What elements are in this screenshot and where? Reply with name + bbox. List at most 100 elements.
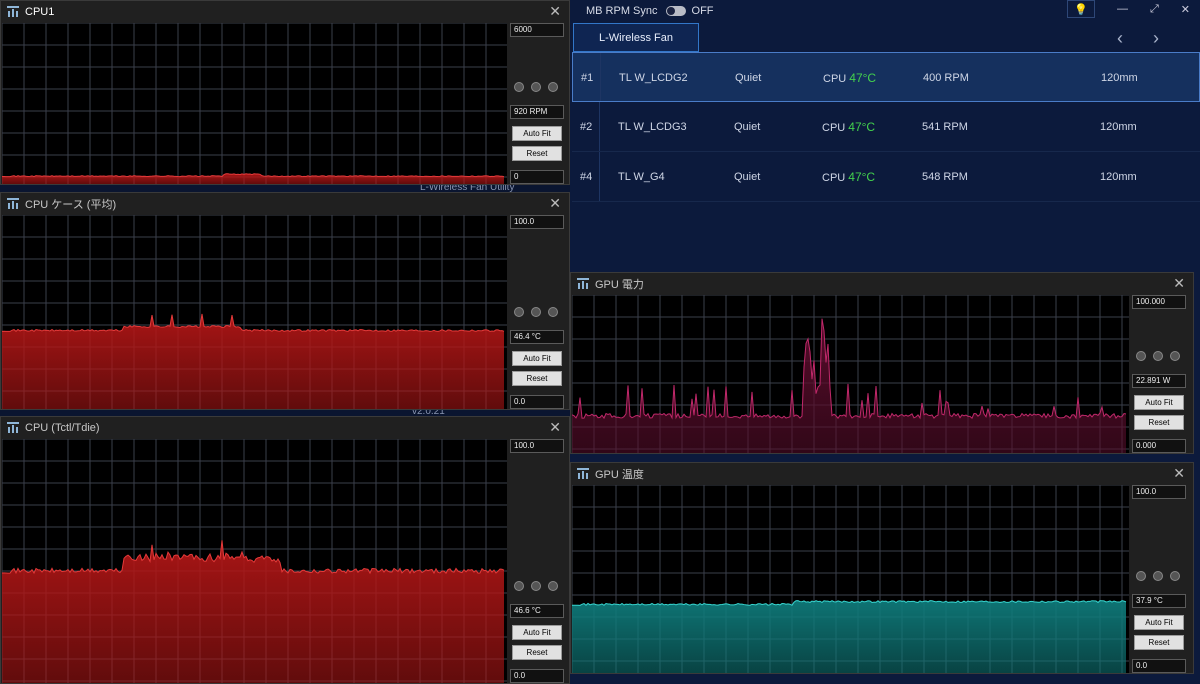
app-icon bbox=[7, 422, 19, 434]
mode-radio[interactable] bbox=[548, 82, 558, 92]
min-value[interactable]: 0.0 bbox=[1132, 659, 1186, 673]
current-value: 920 RPM bbox=[510, 105, 564, 119]
series-line bbox=[572, 318, 1127, 420]
monitor-graph bbox=[572, 485, 1129, 673]
mode-radio[interactable] bbox=[531, 307, 541, 317]
min-value[interactable]: 0.0 bbox=[510, 669, 564, 683]
fan-temp-source: CPU 47°C bbox=[823, 71, 877, 85]
current-value: 46.4 °C bbox=[510, 330, 564, 344]
mode-radio-group bbox=[514, 581, 565, 591]
fan-rpm: 541 RPM bbox=[922, 121, 968, 133]
min-value[interactable]: 0 bbox=[510, 170, 564, 184]
max-value[interactable]: 100.0 bbox=[510, 439, 564, 453]
fan-mode: Quiet bbox=[735, 72, 762, 84]
row-divider bbox=[599, 152, 600, 201]
window-titlebar: CPU (Tctl/Tdie) ✕ bbox=[1, 417, 569, 439]
close-icon[interactable]: ✕ bbox=[1173, 465, 1185, 482]
app-icon bbox=[577, 468, 589, 480]
monitor-graph bbox=[2, 215, 507, 409]
fan-name: TL W_LCDG3 bbox=[618, 121, 687, 133]
auto-fit-button[interactable]: Auto Fit bbox=[512, 625, 562, 640]
max-value[interactable]: 100.000 bbox=[1132, 295, 1186, 309]
monitor-title: CPU ケース (平均) bbox=[25, 199, 117, 211]
reset-button[interactable]: Reset bbox=[512, 371, 562, 386]
mb-rpm-sync-label: MB RPM Sync bbox=[586, 5, 658, 17]
series-line bbox=[2, 313, 505, 333]
fan-id: #4 bbox=[580, 171, 593, 183]
fan-rpm: 548 RPM bbox=[922, 171, 968, 183]
monitor-window: CPU (Tctl/Tdie) ✕ 100.0 46.6 °C 0.0 Auto Fit… bbox=[0, 416, 570, 684]
monitor-title: CPU1 bbox=[25, 6, 55, 18]
row-divider bbox=[600, 53, 601, 101]
mode-radio-group bbox=[514, 307, 565, 317]
fan-mode: Quiet bbox=[734, 121, 761, 133]
reset-button[interactable]: Reset bbox=[512, 645, 562, 660]
mb-rpm-sync-toggle[interactable] bbox=[665, 6, 686, 16]
close-icon[interactable]: ✕ bbox=[549, 3, 561, 20]
monitor-window: CPU1 ✕ 6000 920 RPM 0 Auto Fit Reset bbox=[0, 0, 570, 185]
minimize-icon[interactable]: — bbox=[1117, 3, 1128, 15]
fan-temp-source: CPU 47°C bbox=[822, 120, 876, 134]
mode-radio[interactable] bbox=[514, 307, 524, 317]
monitor-window: GPU 温度 ✕ 100.0 37.9 °C 0.0 Auto Fit Reset bbox=[570, 462, 1194, 674]
reset-button[interactable]: Reset bbox=[512, 146, 562, 161]
app-icon bbox=[7, 6, 19, 18]
fan-rpm: 400 RPM bbox=[923, 72, 969, 84]
auto-fit-button[interactable]: Auto Fit bbox=[1134, 395, 1184, 410]
max-value[interactable]: 6000 bbox=[510, 23, 564, 37]
max-value[interactable]: 100.0 bbox=[1132, 485, 1186, 499]
fan-id: #2 bbox=[580, 121, 593, 133]
fan-row[interactable]: #4 TL W_G4 Quiet 548 RPM 120mm CPU 47°C bbox=[572, 152, 1200, 202]
mode-radio[interactable] bbox=[531, 82, 541, 92]
mode-radio[interactable] bbox=[514, 82, 524, 92]
app-icon bbox=[7, 198, 19, 210]
next-arrow-icon[interactable]: › bbox=[1143, 25, 1169, 51]
close-icon[interactable]: ✕ bbox=[1181, 3, 1190, 16]
fan-temp-source: CPU 47°C bbox=[822, 170, 876, 184]
max-value[interactable]: 100.0 bbox=[510, 215, 564, 229]
auto-fit-button[interactable]: Auto Fit bbox=[512, 351, 562, 366]
auto-fit-button[interactable]: Auto Fit bbox=[512, 126, 562, 141]
tab-l-wireless-fan[interactable]: L-Wireless Fan bbox=[573, 23, 699, 52]
monitor-window: GPU 電力 ✕ 100.000 22.891 W 0.000 Auto Fit Rese… bbox=[570, 272, 1194, 454]
mode-radio-group bbox=[1136, 351, 1187, 361]
current-value: 46.6 °C bbox=[510, 604, 564, 618]
fan-row[interactable]: #1 TL W_LCDG2 Quiet 400 RPM 120mm CPU 47°C bbox=[572, 52, 1200, 102]
fan-size: 120mm bbox=[1100, 171, 1137, 183]
mode-radio[interactable] bbox=[1153, 351, 1163, 361]
mode-radio[interactable] bbox=[1170, 351, 1180, 361]
close-icon[interactable]: ✕ bbox=[549, 195, 561, 212]
mb-rpm-sync-state: OFF bbox=[691, 5, 714, 17]
auto-fit-button[interactable]: Auto Fit bbox=[1134, 615, 1184, 630]
series-area bbox=[2, 173, 504, 184]
fan-temp: 47°C bbox=[849, 71, 877, 85]
monitor-graph bbox=[2, 23, 507, 184]
monitor-graph bbox=[572, 295, 1129, 453]
fan-row[interactable]: #2 TL W_LCDG3 Quiet 541 RPM 120mm CPU 47°C bbox=[572, 102, 1200, 152]
fan-name: TL W_G4 bbox=[618, 171, 665, 183]
mode-radio[interactable] bbox=[1136, 571, 1146, 581]
monitor-title: CPU (Tctl/Tdie) bbox=[25, 422, 100, 434]
mode-radio[interactable] bbox=[1153, 571, 1163, 581]
monitor-window: CPU ケース (平均) ✕ 100.0 46.4 °C 0.0 Auto Fit Res… bbox=[0, 192, 570, 410]
fan-mode: Quiet bbox=[734, 171, 761, 183]
mode-radio[interactable] bbox=[514, 581, 524, 591]
mode-radio[interactable] bbox=[548, 581, 558, 591]
mode-radio[interactable] bbox=[1136, 351, 1146, 361]
fan-id: #1 bbox=[581, 72, 594, 84]
series-area bbox=[2, 313, 504, 409]
reset-button[interactable]: Reset bbox=[1134, 415, 1184, 430]
lightbulb-icon[interactable]: 💡 bbox=[1066, 0, 1095, 18]
fan-temp: 47°C bbox=[848, 170, 876, 184]
min-value[interactable]: 0.0 bbox=[510, 395, 564, 409]
reset-button[interactable]: Reset bbox=[1134, 635, 1184, 650]
close-icon[interactable]: ✕ bbox=[549, 419, 561, 436]
series-area bbox=[572, 600, 1126, 673]
mode-radio[interactable] bbox=[548, 307, 558, 317]
restore-icon[interactable]: ⤢ bbox=[1150, 3, 1159, 16]
mode-radio[interactable] bbox=[531, 581, 541, 591]
min-value[interactable]: 0.000 bbox=[1132, 439, 1186, 453]
mode-radio[interactable] bbox=[1170, 571, 1180, 581]
prev-arrow-icon[interactable]: ‹ bbox=[1107, 25, 1133, 51]
close-icon[interactable]: ✕ bbox=[1173, 275, 1185, 292]
